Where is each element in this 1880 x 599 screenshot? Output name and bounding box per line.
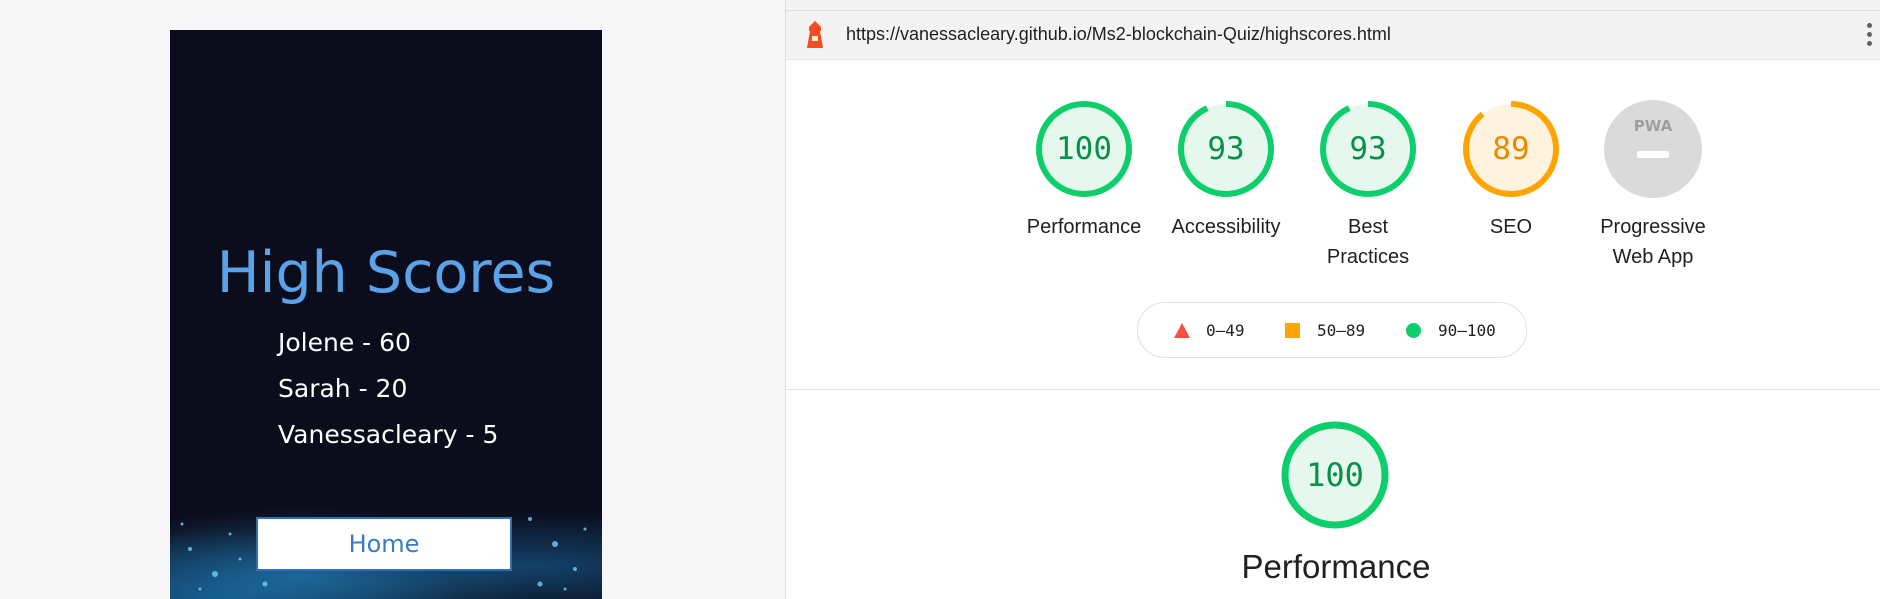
gauge-ring: PWA (1604, 100, 1702, 198)
gauge-seo[interactable]: 89 SEO (1441, 100, 1581, 242)
gauge-score: 100 (1056, 131, 1112, 167)
performance-score: 100 (1306, 456, 1364, 494)
home-button[interactable]: Home (256, 517, 512, 571)
report-url[interactable]: https://vanessacleary.github.io/Ms2-bloc… (846, 24, 1391, 45)
score-list: Jolene - 60 Sarah - 20 Vanessacleary - 5 (278, 320, 498, 458)
lighthouse-icon (807, 21, 823, 48)
gauge-label: Progressive Web App (1600, 216, 1706, 268)
gauge-score: 93 (1207, 131, 1245, 167)
circle-icon (1406, 323, 1421, 338)
gauge-accessibility[interactable]: 93 Accessibility (1156, 100, 1296, 242)
pwa-dash (1637, 151, 1669, 158)
section-divider (786, 389, 1880, 390)
score-item: Jolene - 60 (278, 328, 411, 357)
gauge-label: Accessibility (1171, 216, 1281, 238)
score-item: Sarah - 20 (278, 374, 408, 403)
gauge-score: 93 (1349, 131, 1387, 167)
top-strip (786, 0, 1880, 11)
gauge-label: SEO (1489, 216, 1533, 238)
lighthouse-report: https://vanessacleary.github.io/Ms2-bloc… (785, 0, 1880, 599)
page-title: High Scores (216, 240, 556, 306)
gauge-label: Performance (1026, 216, 1142, 238)
triangle-icon (1174, 323, 1190, 338)
square-icon (1285, 323, 1300, 338)
mobile-preview: High Scores Jolene - 60 Sarah - 20 Vanes… (170, 30, 602, 599)
score-item: Vanessacleary - 5 (278, 420, 499, 449)
kebab-menu-icon[interactable] (1865, 21, 1873, 51)
pwa-badge-text: PWA (1634, 117, 1673, 135)
score-legend: 0–49 50–89 90–100 (1137, 302, 1527, 358)
performance-gauge-large[interactable]: 100 (1280, 420, 1390, 530)
gauge-label: Best Practices (1326, 216, 1410, 268)
section-title: Performance (1241, 548, 1431, 585)
gauge-best-practices[interactable]: 93 Best Practices (1298, 100, 1438, 272)
gauge-progressive-web-app[interactable]: PWA Progressive Web App (1583, 100, 1723, 272)
url-bar: https://vanessacleary.github.io/Ms2-bloc… (786, 11, 1880, 60)
gauge-score: 89 (1492, 131, 1530, 167)
gauge-performance[interactable]: 100 Performance (1014, 100, 1154, 242)
